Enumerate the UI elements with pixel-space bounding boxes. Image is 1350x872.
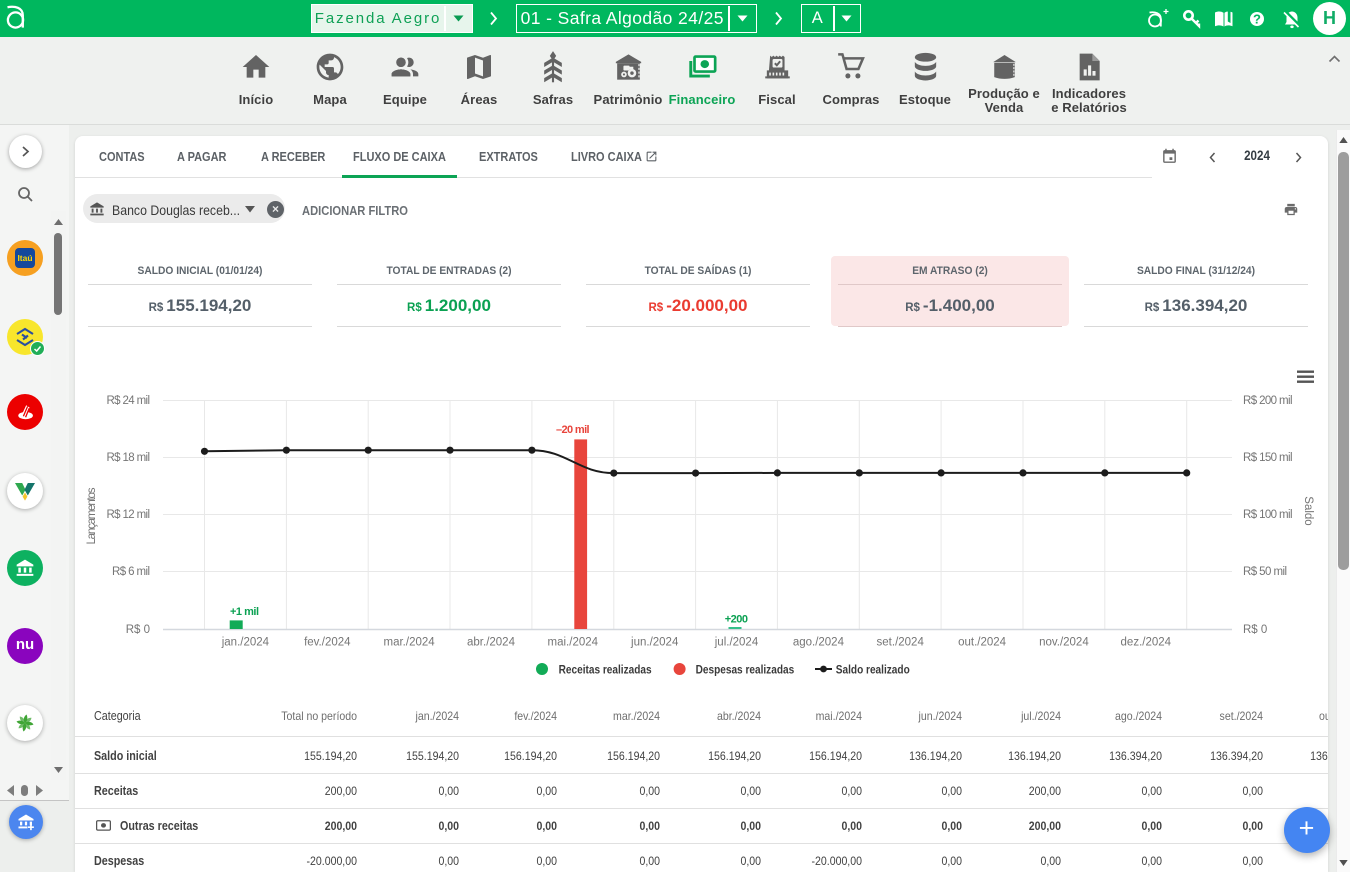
svg-text:R$ 150 mil: R$ 150 mil [1243, 452, 1293, 464]
svg-text:jun./2024: jun./2024 [630, 637, 679, 649]
svg-text:mai./2024: mai./2024 [548, 637, 599, 649]
svg-text:+1 mil: +1 mil [230, 606, 259, 618]
svg-text:Saldo realizado: Saldo realizado [836, 664, 910, 677]
svg-text:dez./2024: dez./2024 [1121, 637, 1172, 649]
svg-text:R$ 0: R$ 0 [126, 624, 150, 636]
svg-text:Despesas realizadas: Despesas realizadas [696, 664, 795, 677]
svg-text:out./2024: out./2024 [958, 637, 1007, 649]
svg-text:fev./2024: fev./2024 [304, 637, 351, 649]
svg-text:R$ 0: R$ 0 [1243, 624, 1267, 636]
svg-text:R$ 18 mil: R$ 18 mil [107, 452, 151, 464]
svg-text:nov./2024: nov./2024 [1039, 637, 1089, 649]
svg-text:R$ 50 mil: R$ 50 mil [1243, 566, 1287, 578]
svg-text:jul./2024: jul./2024 [714, 637, 759, 649]
svg-text:Lançamentos: Lançamentos [86, 487, 98, 544]
svg-text:+200: +200 [725, 613, 748, 625]
svg-text:R$ 6 mil: R$ 6 mil [112, 566, 150, 578]
svg-text:R$ 12 mil: R$ 12 mil [107, 509, 151, 521]
svg-text:Saldo: Saldo [1302, 496, 1314, 525]
svg-text:R$ 100 mil: R$ 100 mil [1243, 509, 1293, 521]
svg-text:ago./2024: ago./2024 [793, 637, 845, 649]
svg-text:jan./2024: jan./2024 [221, 637, 270, 649]
svg-text:abr./2024: abr./2024 [467, 637, 516, 649]
svg-text:R$ 200 mil: R$ 200 mil [1243, 395, 1293, 407]
svg-text:?: ? [1253, 12, 1261, 27]
svg-text:set./2024: set./2024 [877, 637, 925, 649]
svg-text:–20 mil: –20 mil [556, 424, 590, 436]
svg-text:mar./2024: mar./2024 [384, 637, 436, 649]
svg-text:Receitas realizadas: Receitas realizadas [559, 664, 652, 677]
svg-text:R$ 24 mil: R$ 24 mil [107, 395, 151, 407]
